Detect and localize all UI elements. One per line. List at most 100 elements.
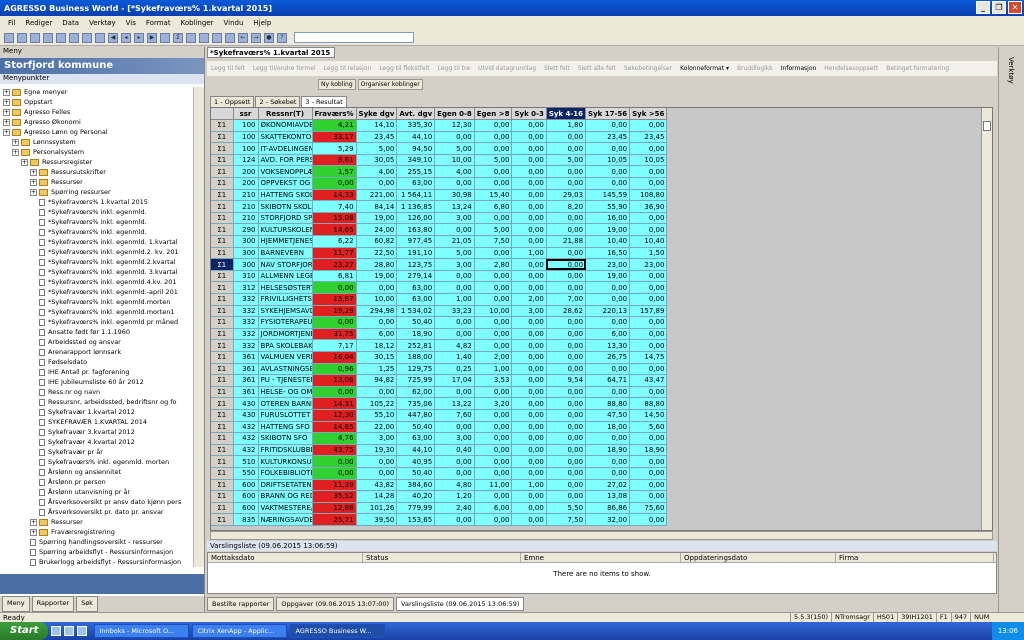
cell-value[interactable]: 7,50 [546,513,587,526]
cell-value[interactable]: 14,75 [629,351,668,364]
row-sigma-icon[interactable]: Σ1 [211,490,234,503]
cell-value[interactable]: 0,00 [629,455,668,468]
cell-absence-pct[interactable]: 4,76 [312,432,357,445]
cell-code[interactable]: 310 [233,270,259,283]
cell-code[interactable]: 600 [233,490,259,503]
cell-value[interactable]: 0,00 [629,142,668,155]
tree-node[interactable]: *Sykefravœrs% inkl. egenmld. [0,217,193,227]
cell-value[interactable]: 10,00 [474,305,513,318]
cell-value[interactable]: 23,45 [356,131,398,144]
cell-code[interactable]: 210 [233,212,259,225]
cell-absence-pct[interactable]: 16,04 [312,351,357,364]
cell-value[interactable]: 188,00 [396,351,436,364]
cell-value[interactable]: 0,00 [434,513,475,526]
tree-node[interactable]: Fødselsdato [0,357,193,367]
cell-value[interactable]: 6,00 [356,328,398,341]
tree-node[interactable]: + Lønnssystem [0,137,193,147]
cell-value[interactable]: 5,00 [546,154,587,167]
table-row[interactable]: Σ1600BRANN OG REDNING35,5214,2840,201,20… [211,490,668,503]
cell-value[interactable]: 0,00 [474,432,513,445]
cell-value[interactable]: 0,00 [474,444,513,457]
warnings-column-header[interactable]: Firma [836,553,994,562]
row-sigma-icon[interactable]: Σ1 [211,328,234,341]
tree-node[interactable]: Årslønn utanvisning pr år [0,487,193,497]
cell-name[interactable]: SYKEHJEMSAVDELI [258,305,313,318]
expand-icon[interactable]: + [3,98,10,106]
cell-value[interactable]: 0,00 [546,212,587,225]
cell-value[interactable]: 75,60 [629,502,668,515]
link-button[interactable]: Ny kobling [318,79,356,90]
tree-node[interactable]: Sykefravær 4.kvartal 2012 [0,437,193,447]
cell-code[interactable]: 300 [233,247,259,260]
cell-name[interactable]: HATTENG SKOLE [258,189,313,202]
cell-value[interactable]: 0,00 [629,467,668,480]
cell-name[interactable]: HATTENG SFO [258,421,313,434]
row-sigma-icon[interactable]: Σ1 [211,281,234,294]
table-row[interactable]: Σ1332FRIVILLIGHETSENTR15,8710,0063,001,0… [211,293,668,306]
cell-value[interactable]: 0,00 [585,432,631,445]
cell-value[interactable]: 28,62 [546,305,587,318]
cell-value[interactable]: 18,90 [396,328,436,341]
table-row[interactable]: Σ1300HJEMMETJENESTEN6,2260,82977,4521,05… [211,235,668,248]
toolstrip-button[interactable]: Slett alle felt [578,65,616,72]
menu-item[interactable]: Verktøy [89,19,116,27]
cell-name[interactable]: KULTURSKOLEN [258,223,313,237]
cell-value[interactable]: 0,00 [546,281,587,294]
cell-value[interactable]: 0,00 [585,316,631,329]
cell-value[interactable]: 0,00 [629,165,668,179]
cell-value[interactable]: 14,28 [356,490,398,503]
row-sigma-icon[interactable]: Σ1 [211,374,234,387]
row-sigma-icon[interactable]: Σ1 [211,513,234,526]
cell-value[interactable]: 1,00 [434,293,475,306]
cell-value[interactable]: 0,00 [546,363,587,376]
cell-absence-pct[interactable]: 0,00 [312,177,357,190]
tree-node[interactable]: + Spørring ressurser [0,187,193,197]
cell-value[interactable]: 0,00 [511,432,547,445]
cell-absence-pct[interactable]: 5,29 [312,142,357,155]
cell-value[interactable]: 0,00 [511,444,547,457]
cell-value[interactable]: 94,82 [356,374,398,387]
cell-value[interactable]: 0,00 [434,131,475,144]
row-sigma-icon[interactable]: Σ1 [211,502,234,515]
save-icon[interactable] [17,32,27,43]
cell-value[interactable]: 0,00 [546,316,587,329]
cell-name[interactable]: SKATTEKONTORET [258,131,313,144]
cell-value[interactable]: 3,00 [434,432,475,445]
bottom-doc-tab[interactable]: Oppgaver (09.06.2015 13:07:00) [276,597,395,611]
cell-name[interactable]: AVD. FOR PERSONAL [258,154,313,167]
cell-value[interactable]: 0,00 [474,281,513,294]
cell-value[interactable]: 5,00 [474,223,513,237]
cell-value[interactable]: 3,00 [434,258,475,271]
cell-value[interactable]: 0,00 [629,177,668,190]
cell-value[interactable]: 1,00 [474,363,513,376]
cell-value[interactable]: 0,00 [629,119,668,132]
table-row[interactable]: Σ1 361 PU - TJENESTEN 13,06 94,82 725,99 17,04… [211,374,668,387]
cell-code[interactable]: 432 [233,444,259,457]
cell-value[interactable]: 0,00 [511,316,547,329]
row-sigma-icon[interactable]: Σ1 [211,189,234,202]
bottom-doc-tab[interactable]: Varslingsliste (09.06.2015 13:06:59) [396,597,525,611]
cell-code[interactable]: 432 [233,432,259,445]
cell-code[interactable]: 312 [233,281,259,294]
cell-value[interactable]: 55,90 [585,200,631,213]
cell-value[interactable]: 23,45 [629,131,668,144]
tree-node[interactable]: Sykefravær 1.kvartal 2012 [0,407,193,417]
tree-node[interactable]: Arenarapport lønnsark [0,347,193,357]
link-button[interactable]: Organiser koblinger [357,79,423,90]
table-row[interactable]: Σ1361AVLASTNINGSBOLI0,961,25129,750,251,… [211,363,668,376]
cell-value[interactable]: 1 534,02 [396,305,436,318]
cell-value[interactable]: 5,00 [356,142,398,155]
tree-node[interactable]: + Oppstart [0,97,193,107]
cell-value[interactable]: 50,40 [396,421,436,434]
cell-value[interactable]: 0,00 [511,339,547,352]
cell-code[interactable]: 332 [233,328,259,341]
menu-tree-scrollbar[interactable] [193,87,204,567]
cell-value[interactable]: 0,00 [629,293,668,306]
menu-item[interactable]: Koblinger [181,19,214,27]
cell-value[interactable]: 22,50 [356,247,398,260]
cell-value[interactable]: 6,80 [474,200,513,213]
help-icon[interactable]: ? [277,32,287,43]
expand-icon[interactable]: + [3,88,10,96]
cell-value[interactable]: 63,00 [396,432,436,445]
toolstrip-button[interactable]: Legg til relasjon [324,65,372,72]
